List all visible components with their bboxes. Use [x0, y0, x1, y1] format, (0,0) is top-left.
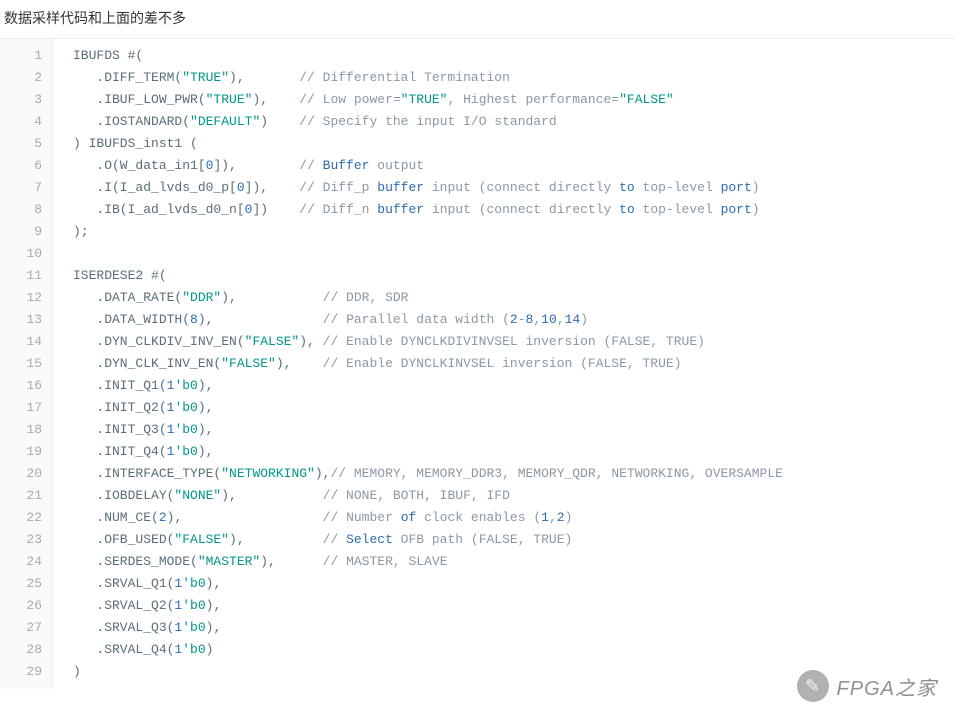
- line-number: 6: [8, 155, 42, 177]
- line-number: 1: [8, 45, 42, 67]
- code-line: .DYN_CLK_INV_EN("FALSE"), // Enable DYNC…: [73, 353, 955, 375]
- code-line: .INIT_Q4(1'b0),: [73, 441, 955, 463]
- code-line: [73, 243, 955, 265]
- code-line: .SRVAL_Q4(1'b0): [73, 639, 955, 661]
- code-line: .IOSTANDARD("DEFAULT") // Specify the in…: [73, 111, 955, 133]
- line-number: 17: [8, 397, 42, 419]
- line-number: 27: [8, 617, 42, 639]
- watermark-icon: ✎: [797, 670, 829, 702]
- code-line: .SERDES_MODE("MASTER"), // MASTER, SLAVE: [73, 551, 955, 573]
- watermark-text: FPGA之家: [837, 672, 937, 701]
- code-line: ISERDESE2 #(: [73, 265, 955, 287]
- line-number: 23: [8, 529, 42, 551]
- code-line: .SRVAL_Q3(1'b0),: [73, 617, 955, 639]
- code-line: .O(W_data_in1[0]), // Buffer output: [73, 155, 955, 177]
- line-number: 5: [8, 133, 42, 155]
- line-number: 4: [8, 111, 42, 133]
- code-line: .NUM_CE(2), // Number of clock enables (…: [73, 507, 955, 529]
- line-number: 9: [8, 221, 42, 243]
- code-line: .INTERFACE_TYPE("NETWORKING"),// MEMORY,…: [73, 463, 955, 485]
- code-line: .IOBDELAY("NONE"), // NONE, BOTH, IBUF, …: [73, 485, 955, 507]
- code-line: .I(I_ad_lvds_d0_p[0]), // Diff_p buffer …: [73, 177, 955, 199]
- line-number: 2: [8, 67, 42, 89]
- line-number: 29: [8, 661, 42, 683]
- line-number: 24: [8, 551, 42, 573]
- line-number: 19: [8, 441, 42, 463]
- code-line: .DIFF_TERM("TRUE"), // Differential Term…: [73, 67, 955, 89]
- line-number-gutter: 1234567891011121314151617181920212223242…: [0, 39, 53, 689]
- description-text: 数据采样代码和上面的差不多: [0, 0, 955, 38]
- line-number: 8: [8, 199, 42, 221]
- line-number: 3: [8, 89, 42, 111]
- line-number: 25: [8, 573, 42, 595]
- line-number: 21: [8, 485, 42, 507]
- code-line: .IB(I_ad_lvds_d0_n[0]) // Diff_n buffer …: [73, 199, 955, 221]
- line-number: 26: [8, 595, 42, 617]
- code-line: ) IBUFDS_inst1 (: [73, 133, 955, 155]
- code-line: .OFB_USED("FALSE"), // Select OFB path (…: [73, 529, 955, 551]
- watermark: ✎ FPGA之家: [797, 670, 937, 702]
- code-block: 1234567891011121314151617181920212223242…: [0, 38, 955, 689]
- line-number: 20: [8, 463, 42, 485]
- line-number: 18: [8, 419, 42, 441]
- line-number: 15: [8, 353, 42, 375]
- code-line: );: [73, 221, 955, 243]
- line-number: 28: [8, 639, 42, 661]
- code-line: .INIT_Q1(1'b0),: [73, 375, 955, 397]
- line-number: 16: [8, 375, 42, 397]
- line-number: 10: [8, 243, 42, 265]
- code-line: .INIT_Q2(1'b0),: [73, 397, 955, 419]
- code-line: .INIT_Q3(1'b0),: [73, 419, 955, 441]
- code-line: .DATA_RATE("DDR"), // DDR, SDR: [73, 287, 955, 309]
- code-line: .DYN_CLKDIV_INV_EN("FALSE"), // Enable D…: [73, 331, 955, 353]
- line-number: 13: [8, 309, 42, 331]
- line-number: 7: [8, 177, 42, 199]
- line-number: 11: [8, 265, 42, 287]
- code-line: .SRVAL_Q2(1'b0),: [73, 595, 955, 617]
- line-number: 14: [8, 331, 42, 353]
- code-line: .IBUF_LOW_PWR("TRUE"), // Low power="TRU…: [73, 89, 955, 111]
- line-number: 22: [8, 507, 42, 529]
- code-line: IBUFDS #(: [73, 45, 955, 67]
- code-line: .DATA_WIDTH(8), // Parallel data width (…: [73, 309, 955, 331]
- code-line: .SRVAL_Q1(1'b0),: [73, 573, 955, 595]
- line-number: 12: [8, 287, 42, 309]
- code-content: IBUFDS #( .DIFF_TERM("TRUE"), // Differe…: [53, 39, 955, 689]
